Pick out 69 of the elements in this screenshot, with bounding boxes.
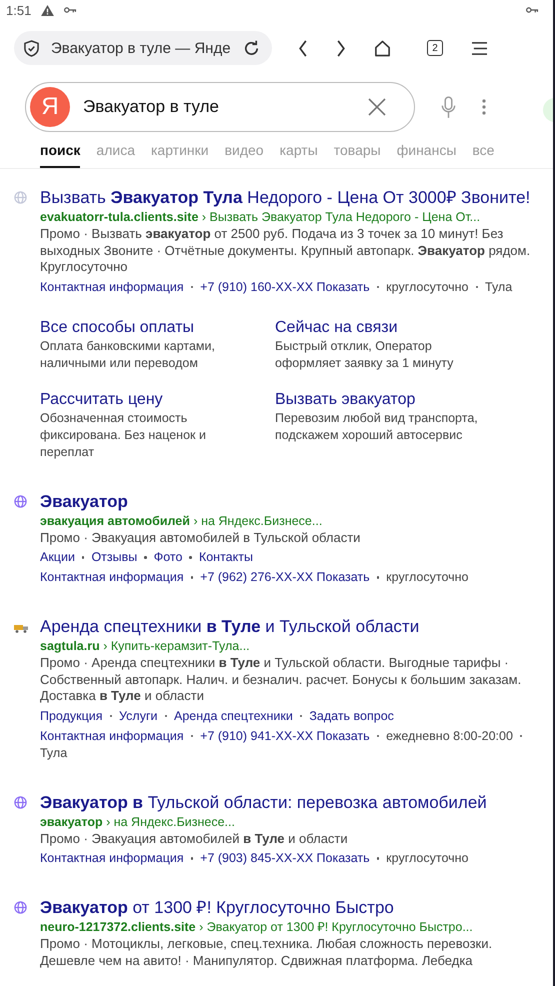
back-icon[interactable] <box>298 40 308 56</box>
result-path[interactable]: › на Яндекс.Бизнесе... <box>106 814 235 828</box>
result-path[interactable]: › Эвакуатор от 1300 ₽! Круглосуточно Быстро... <box>199 920 473 934</box>
result-link[interactable]: +7 (910) 941-XX-XX Показать <box>200 728 370 744</box>
result-title[interactable]: Эвакуатор в Тульской области: перевозка автомобилей <box>40 792 541 812</box>
result-link[interactable]: Контактная информация <box>40 569 184 586</box>
result-info: круглосуточно <box>386 278 469 296</box>
result-info: круглосуточно <box>386 569 469 586</box>
key-icon <box>64 6 78 14</box>
result-link[interactable]: Фото <box>154 549 182 566</box>
result-snippet: Промо · Мотоциклы, легковые, спец.техника. Любая сложность перевозки. Дешевле чем на авито! · Манипулятор. Сдвижная платформа. Лебедка <box>40 936 494 969</box>
microphone-icon[interactable] <box>441 96 456 118</box>
warning-icon <box>41 4 54 16</box>
result-domain[interactable]: эвакуация автомобилей <box>40 514 190 528</box>
key-icon <box>526 6 539 14</box>
result-snippet: Промо · Эвакуация автомобилей в Туле и области <box>40 830 349 847</box>
result-link[interactable]: Контакты <box>198 549 253 566</box>
result-link[interactable]: Услуги <box>119 708 158 724</box>
result-path[interactable]: › Вызвать Эвакуатор Тула Недорого - Цена От... <box>202 210 480 224</box>
result-title[interactable]: Вызвать Эвакуатор Тула Недорого - Цена От 3000₽ Звоните! <box>40 187 541 208</box>
search-tab[interactable]: поиск <box>40 142 80 168</box>
result-snippet: Промо · Аренда спецтехники в Туле и Тульской области. Выгодные тарифы · Собственный автопарк. Налич. и безналич. расчет. Бонусы к большим заказам. Доставка в Туле и области <box>40 655 522 704</box>
result-link[interactable]: Продукция <box>40 708 103 724</box>
result-snippet: Промо · Эвакуация автомобилей в Тульской области <box>40 530 362 546</box>
result-link[interactable]: Акции <box>40 549 75 566</box>
status-time: 1:51 <box>6 2 32 18</box>
forward-icon[interactable] <box>336 40 346 56</box>
address-text: Эвакуатор в туле — Янде <box>51 40 231 56</box>
result-link[interactable]: +7 (962) 276-XX-XX Показать <box>200 569 370 586</box>
sitelink-description: Быстрый отклик, Оператор оформляет заявку за 1 минуту <box>275 338 454 372</box>
result-title[interactable]: Аренда спецтехники в Туле и Тульской области <box>40 616 541 637</box>
tab-count-button[interactable]: 2 <box>427 40 443 56</box>
result-info: Тула <box>40 744 68 762</box>
result-domain[interactable]: sagtula.ru <box>40 639 100 653</box>
sitelink-description: Обозначенная стоимость фиксирована. Без наценок и переплат <box>40 410 207 460</box>
result-title[interactable]: Эвакуатор <box>40 490 541 512</box>
result-link[interactable]: Контактная информация <box>40 728 184 744</box>
result-domain[interactable]: neuro-1217372.clients.site <box>40 920 196 934</box>
result-info: круглосуточно <box>386 850 469 867</box>
result-domain[interactable]: эвакуатор <box>40 814 103 828</box>
sitelink[interactable]: Рассчитать цену <box>40 390 275 410</box>
sitelink[interactable]: Сейчас на связи <box>275 318 510 338</box>
result-snippet: Промо · Вызвать эвакуатор от 2500 руб. Подача из 3 точек за 10 минут! Без выходных Звоните · Отчётные документы. Крупный автопарк. Эвакуатор рядом. Круглосуточно <box>40 226 532 276</box>
reload-icon[interactable] <box>243 40 260 56</box>
sitelink-description: Оплата банковскими картами, наличными или переводом <box>40 338 216 372</box>
result-info: Тула <box>485 278 512 296</box>
sitelink-description: Перевозим любой вид транспорта, подскажем хороший автосервис <box>275 410 479 444</box>
sitelink[interactable]: Все способы оплаты <box>40 318 275 338</box>
result-title[interactable]: Эвакуатор от 1300 ₽! Круглосуточно Быстро <box>40 897 541 918</box>
search-field[interactable]: Я Эвакуатор в туле <box>25 82 415 132</box>
clear-icon[interactable] <box>368 98 386 116</box>
address-bar[interactable]: Эвакуатор в туле — Янде <box>14 31 272 65</box>
result-link[interactable]: Аренда спецтехники <box>174 708 293 724</box>
result-path[interactable]: › на Яндекс.Бизнесе... <box>193 514 322 528</box>
result-path[interactable]: › Купить-керамзит-Тула... <box>103 639 250 653</box>
home-icon[interactable] <box>374 40 391 56</box>
result-link[interactable]: Контактная информация <box>40 278 184 296</box>
result-link[interactable]: +7 (903) 845-XX-XX Показать <box>200 850 370 867</box>
result-link[interactable]: Отзывы <box>91 549 138 566</box>
result-link[interactable]: Задать вопрос <box>309 708 394 724</box>
result-domain[interactable]: evakuatorr-tula.clients.site <box>40 210 198 224</box>
yandex-logo: Я <box>30 87 70 127</box>
result-link[interactable]: +7 (910) 160-XX-XX Показать <box>200 278 370 296</box>
menu-icon[interactable] <box>471 40 488 56</box>
more-icon[interactable] <box>482 99 486 115</box>
result-info: ежедневно 8:00-20:00 <box>386 728 513 744</box>
sitelink[interactable]: Вызвать эвакуатор <box>275 390 510 410</box>
shield-icon <box>24 40 39 56</box>
result-link[interactable]: Контактная информация <box>40 850 184 867</box>
